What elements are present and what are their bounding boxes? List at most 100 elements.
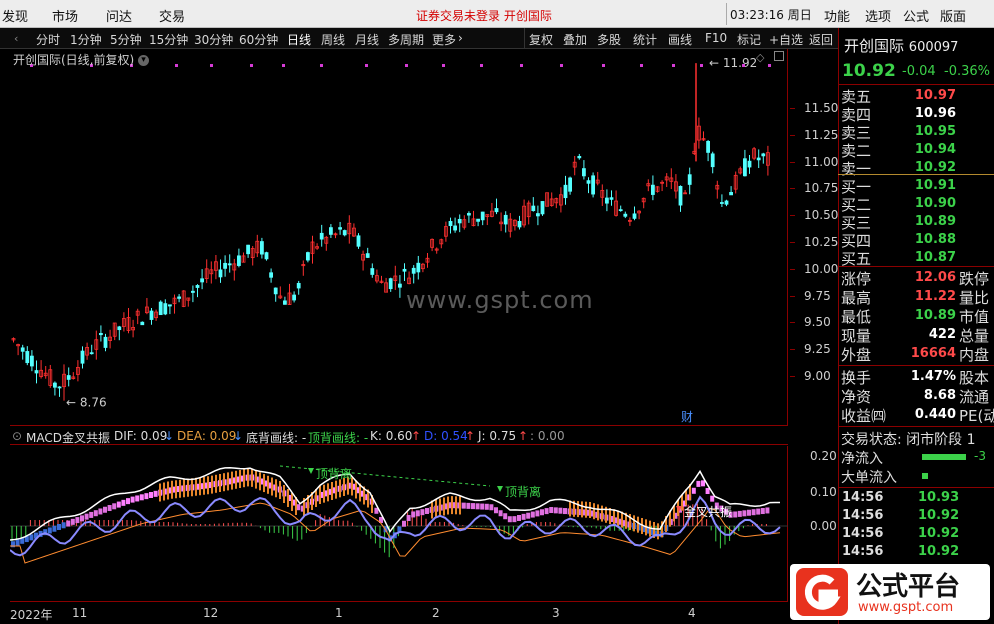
stat-label: 最高 <box>841 289 872 307</box>
signal-block <box>701 480 705 487</box>
window-toggle-icon[interactable] <box>774 51 784 61</box>
orderbook-price[interactable]: 10.87 <box>900 250 956 265</box>
login-notice-stock: 开创国际 <box>503 9 552 23</box>
menu-function[interactable]: 功能 <box>824 6 850 25</box>
candle-body <box>66 375 71 380</box>
time-label-4: 4 <box>688 606 696 620</box>
period-daily[interactable]: 日线 <box>287 31 311 48</box>
period-1min[interactable]: 1分钟 <box>70 31 102 48</box>
period-60min[interactable]: 60分钟 <box>239 31 278 48</box>
period-15min[interactable]: 15分钟 <box>149 31 188 48</box>
orderbook-price[interactable]: 10.91 <box>900 178 956 193</box>
signal-block <box>540 509 544 516</box>
divider <box>838 84 994 85</box>
period-intraday[interactable]: 分时 <box>36 31 60 48</box>
signal-block <box>66 520 71 527</box>
net-inflow-label: 净流入 <box>841 451 883 467</box>
time-label-3: 3 <box>552 606 560 620</box>
chevron-down-icon[interactable]: ▾ <box>138 55 150 66</box>
orderbook-price[interactable]: 10.92 <box>900 160 956 175</box>
candle-body <box>531 205 536 212</box>
candlestick-chart[interactable]: ← 11.92 ← 8.76 财 <box>10 49 788 425</box>
candle-body <box>388 278 393 290</box>
menu-trade[interactable]: 交易 <box>159 6 185 25</box>
divergence-annotation: 顶背离 <box>316 466 352 481</box>
candle-body <box>273 287 278 295</box>
signal-block <box>15 539 20 546</box>
bottom-divergence: 底背画线: - <box>246 431 307 445</box>
signal-block <box>526 512 531 519</box>
signal-block <box>503 513 508 520</box>
period-5min[interactable]: 5分钟 <box>110 31 142 48</box>
candle-body <box>370 268 375 275</box>
period-monthly[interactable]: 月线 <box>355 31 379 48</box>
candle-body <box>466 213 471 216</box>
candles <box>11 63 770 401</box>
brand-g-glyph <box>804 574 841 610</box>
candle-body <box>710 153 715 168</box>
price-tick-mark <box>790 108 795 109</box>
period-weekly[interactable]: 周线 <box>321 31 345 48</box>
stat-value: 16664 <box>910 346 956 361</box>
menu-options[interactable]: 选项 <box>865 6 891 25</box>
signal-block <box>475 503 480 510</box>
menu-discover[interactable]: 发现 <box>2 6 28 25</box>
candle-body <box>743 158 747 177</box>
orderbook-price[interactable]: 10.94 <box>900 142 956 157</box>
candle-body <box>99 333 103 336</box>
period-more[interactable]: 更多 <box>432 31 456 48</box>
chevron-right-icon[interactable]: › <box>458 31 463 45</box>
chevron-left-icon[interactable]: ‹ <box>14 32 18 45</box>
tool-draw[interactable]: 画线 <box>668 31 692 48</box>
candle-body <box>236 255 241 266</box>
login-notice[interactable]: 证券交易未登录 开创国际 <box>416 7 552 24</box>
candle-body <box>227 263 232 266</box>
signal-block <box>402 520 406 527</box>
tool-multistock[interactable]: 多股 <box>597 31 621 48</box>
tool-f10[interactable]: F10 <box>705 31 727 45</box>
j-up-arrow-icon: ↑ <box>518 429 529 443</box>
candle-body <box>195 285 200 288</box>
big-inflow-bar <box>922 473 928 479</box>
triangle-down-icon <box>497 486 503 492</box>
tool-back[interactable]: 返回 <box>809 31 833 48</box>
tool-overlay[interactable]: 叠加 <box>563 31 587 48</box>
period-30min[interactable]: 30分钟 <box>194 31 233 48</box>
signal-block <box>760 508 765 515</box>
signal-block <box>61 522 66 529</box>
orderbook-price[interactable]: 10.89 <box>900 214 956 229</box>
signal-block <box>116 501 121 508</box>
candle-body <box>476 218 481 222</box>
tool-add-watch[interactable]: +自选 <box>769 31 803 48</box>
menu-wenda[interactable]: 问达 <box>106 6 132 25</box>
candle-body <box>259 241 264 255</box>
tool-stats[interactable]: 统计 <box>633 31 657 48</box>
candle-body <box>158 301 163 316</box>
stock-name: 开创国际 600097 <box>844 35 958 56</box>
indicator-name[interactable]: MACD金叉共振 <box>26 429 110 446</box>
candle-body <box>448 221 453 227</box>
orderbook-price[interactable]: 10.95 <box>900 124 956 139</box>
diamond-icon[interactable]: ◇ <box>756 51 764 64</box>
orderbook-price[interactable]: 10.97 <box>900 88 956 103</box>
price-tick-label: 10.75 <box>804 181 839 195</box>
orderbook-price[interactable]: 10.96 <box>900 106 956 121</box>
menu-layout[interactable]: 版面 <box>940 6 966 25</box>
trade-time: 14:56 <box>842 526 884 541</box>
trade-price: 10.92 <box>918 526 960 541</box>
dif-down-arrow-icon: ↓ <box>164 429 175 443</box>
menu-formula[interactable]: 公式 <box>903 6 929 25</box>
indicator-collapse-icon[interactable]: ⊙ <box>12 429 22 443</box>
tool-fuquan[interactable]: 复权 <box>529 31 553 48</box>
menu-bar: 发现 市场 问达 交易 证券交易未登录 开创国际 03:23:16 周日 功能 … <box>0 0 994 28</box>
signal-block <box>149 492 153 498</box>
orderbook-price[interactable]: 10.88 <box>900 232 956 247</box>
orderbook-price[interactable]: 10.90 <box>900 196 956 211</box>
tool-mark[interactable]: 标记 <box>737 31 761 48</box>
brand-url: www.gspt.com <box>858 600 954 615</box>
menu-market[interactable]: 市场 <box>52 6 78 25</box>
stat-label: 涨停 <box>841 270 872 288</box>
macd-indicator-chart[interactable]: 顶背离 顶背离 金叉共振 <box>9 446 788 601</box>
period-multi[interactable]: 多周期 <box>388 31 424 48</box>
stat-value: 1.47% <box>910 369 956 384</box>
